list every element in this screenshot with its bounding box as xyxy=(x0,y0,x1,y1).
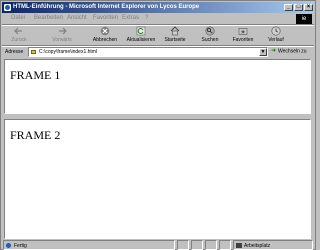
favorites-button[interactable]: Favoriten xyxy=(227,25,259,45)
history-icon xyxy=(271,26,281,36)
address-label: Adresse xyxy=(5,49,24,55)
search-icon xyxy=(205,26,215,36)
frame-2-text: FRAME 2 xyxy=(10,128,61,142)
favorites-folder-icon xyxy=(238,28,248,35)
home-icon xyxy=(170,26,180,36)
back-arrow-icon xyxy=(14,27,22,35)
file-icon xyxy=(31,50,36,54)
window-title: HTML-Einführung - Microsoft Internet Exp… xyxy=(13,4,200,10)
refresh-icon xyxy=(136,26,146,36)
favorites-label: Favoriten xyxy=(232,37,254,43)
status-pane xyxy=(219,240,231,250)
stop-label: Abbrechen xyxy=(92,37,118,43)
menu-bar: Datei Bearbeiten Ansicht Favoriten Extra… xyxy=(3,14,293,23)
title-bar[interactable]: HTML-Einführung - Microsoft Internet Exp… xyxy=(2,2,314,13)
refresh-button[interactable]: Aktualisieren xyxy=(123,25,159,45)
frame-1: FRAME 1 xyxy=(4,59,311,114)
menu-favoriten[interactable]: Favoriten xyxy=(93,15,118,21)
status-main: Fertig xyxy=(3,240,175,250)
status-text: Fertig xyxy=(14,243,27,249)
computer-icon xyxy=(236,243,242,248)
address-bar: Adresse C:\copy\frame\index1.html ▼ ➜ Wec… xyxy=(3,47,313,57)
zone-text: Arbeitsplatz xyxy=(244,243,271,249)
page-status-icon xyxy=(6,243,11,248)
browser-window: HTML-Einführung - Microsoft Internet Exp… xyxy=(0,0,316,250)
menu-ansicht[interactable]: Ansicht xyxy=(67,15,87,21)
home-label: Startseite xyxy=(164,37,186,43)
home-button[interactable]: Startseite xyxy=(161,25,189,45)
menu-datei[interactable]: Datei xyxy=(11,15,25,21)
go-label: Wechseln zu xyxy=(278,48,307,55)
status-zone: Arbeitsplatz xyxy=(233,240,313,250)
menu-help[interactable]: ? xyxy=(145,15,148,21)
frame-1-text: FRAME 1 xyxy=(10,68,61,82)
back-label: Zurück xyxy=(11,37,27,43)
menu-bearbeiten[interactable]: Bearbeiten xyxy=(34,15,63,21)
stop-icon xyxy=(100,26,110,36)
status-bar: Fertig Arbeitsplatz xyxy=(2,240,314,250)
address-value: C:\copy\frame\index1.html xyxy=(39,49,98,55)
menu-extras[interactable]: Extras xyxy=(122,15,139,21)
forward-button[interactable]: Vorwärts xyxy=(47,25,77,45)
go-arrow-icon: ➜ xyxy=(271,48,277,54)
minimize-button[interactable]: _ xyxy=(284,4,293,11)
status-pane xyxy=(177,240,189,250)
status-pane xyxy=(205,240,217,250)
frame-2: FRAME 2 xyxy=(4,119,311,239)
history-label: Verlauf xyxy=(268,37,284,43)
address-input[interactable]: C:\copy\frame\index1.html ▼ xyxy=(28,47,268,57)
forward-label: Vorwärts xyxy=(52,37,72,43)
status-pane xyxy=(191,240,203,250)
chevron-down-icon[interactable]: ▼ xyxy=(259,48,267,56)
ie-app-icon xyxy=(4,4,11,11)
search-button[interactable]: Suchen xyxy=(197,25,223,45)
back-button[interactable]: Zurück xyxy=(5,25,33,45)
toolbar: Zurück Vorwärts Abbrechen Aktualisieren … xyxy=(3,25,313,45)
forward-arrow-icon xyxy=(59,27,67,35)
search-label: Suchen xyxy=(201,37,219,43)
go-button[interactable]: ➜ Wechseln zu xyxy=(271,48,307,54)
refresh-label: Aktualisieren xyxy=(126,37,156,43)
stop-button[interactable]: Abbrechen xyxy=(89,25,121,45)
history-button[interactable]: Verlauf xyxy=(263,25,289,45)
close-button[interactable]: × xyxy=(304,4,313,11)
maximize-button[interactable]: □ xyxy=(294,4,303,11)
